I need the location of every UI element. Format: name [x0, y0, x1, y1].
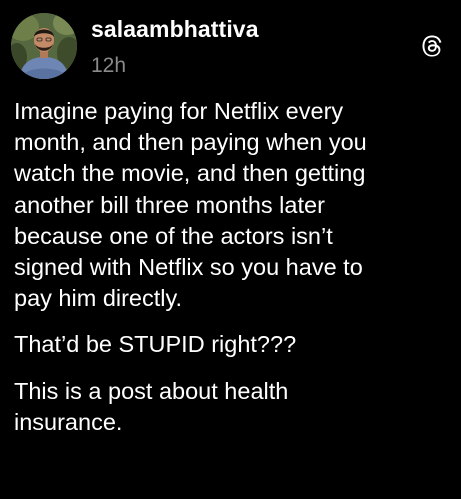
post-paragraph: This is a post about health insurance. [14, 377, 289, 435]
post-body: Imagine paying for Netflix every month, … [14, 96, 454, 438]
post-paragraph: That’d be STUPID right??? [14, 331, 297, 358]
username[interactable]: salaambhattiva [91, 16, 259, 43]
post-paragraph: Imagine paying for Netflix every month, … [14, 98, 367, 312]
threads-post: salaambhattiva 12h Imagine paying for Ne… [0, 0, 461, 499]
timestamp: 12h [91, 54, 127, 77]
avatar-photo [11, 13, 77, 79]
avatar[interactable] [11, 13, 77, 79]
threads-icon[interactable] [420, 34, 444, 58]
